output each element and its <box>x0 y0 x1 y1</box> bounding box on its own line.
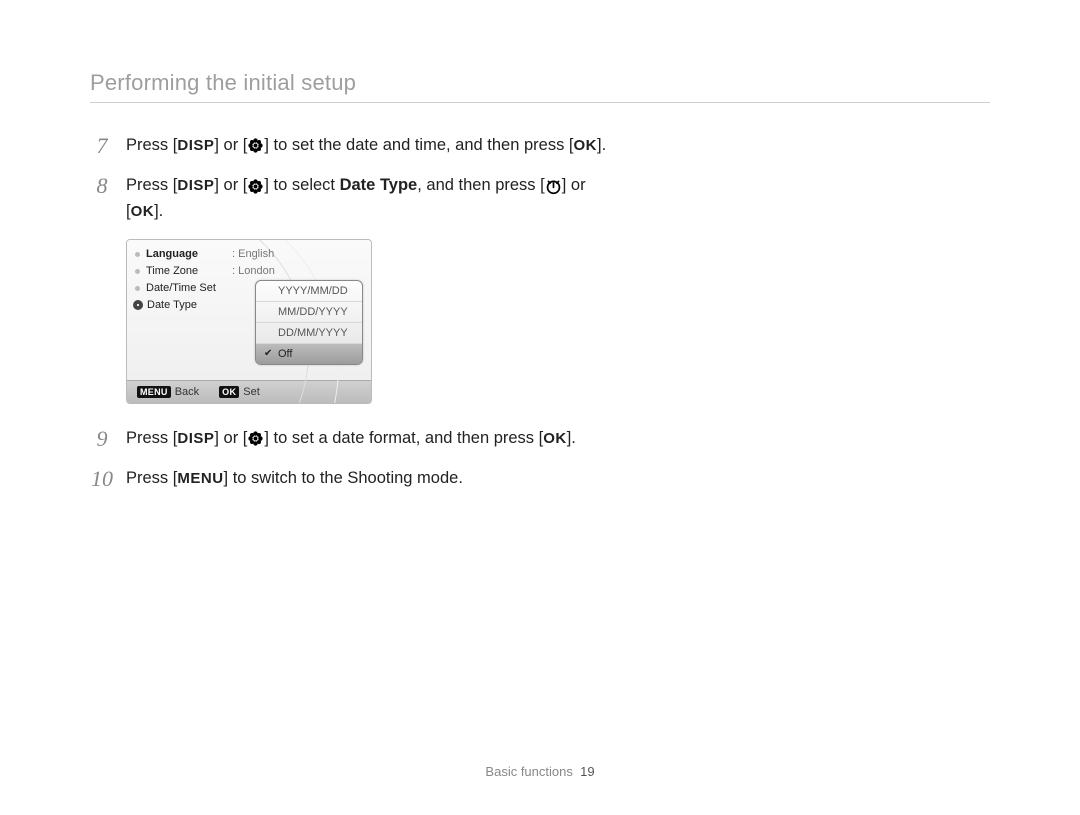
flower-icon <box>247 430 264 447</box>
step-text: Press [MENU] to switch to the Shooting m… <box>126 466 620 492</box>
dropdown-option: DD/MM/YYYY <box>256 323 362 344</box>
dropdown-option: YYYY/MM/DD <box>256 281 362 302</box>
step-text: Press [DISP] or [] to set a date format,… <box>126 426 620 452</box>
step-8: 8 Press [DISP] or [] to select Date Type… <box>90 173 620 224</box>
ok-button-label: OK <box>574 137 598 154</box>
page-title: Performing the initial setup <box>90 70 990 103</box>
menu-row-language: Language : English <box>135 246 363 263</box>
timer-icon <box>545 178 562 195</box>
step-7: 7 Press [DISP] or [] to set the date and… <box>90 133 620 159</box>
ok-button-label: OK <box>131 203 155 220</box>
section-label: Basic functions <box>485 764 572 779</box>
dropdown-option: MM/DD/YYYY <box>256 302 362 323</box>
menu-bullet-icon <box>135 269 140 274</box>
disp-button-label: DISP <box>177 177 214 194</box>
step-number: 8 <box>90 173 114 199</box>
disp-button-label: DISP <box>177 137 214 154</box>
step-text: Press [DISP] or [] to select Date Type, … <box>126 173 620 224</box>
camera-menu-body: Language : English Time Zone : London Da… <box>127 240 371 380</box>
step-number: 7 <box>90 133 114 159</box>
flower-icon <box>247 178 264 195</box>
step-10: 10 Press [MENU] to switch to the Shootin… <box>90 466 620 492</box>
menu-bullet-icon <box>135 286 140 291</box>
camera-menu-footer: MENUBack OKSet <box>127 380 371 403</box>
disp-button-label: DISP <box>177 430 214 447</box>
page-number: 19 <box>580 764 594 779</box>
step-number: 9 <box>90 426 114 452</box>
date-type-bold: Date Type <box>340 176 418 194</box>
dropdown-option-selected: ✔ Off <box>256 344 362 364</box>
footer-set: OKSet <box>219 386 260 398</box>
menu-bullet-icon <box>135 252 140 257</box>
date-type-dropdown: YYYY/MM/DD MM/DD/YYYY DD/MM/YYYY ✔ Off <box>255 280 363 365</box>
steps-list: 7 Press [DISP] or [] to set the date and… <box>90 133 620 492</box>
flower-icon <box>247 137 264 154</box>
check-icon: ✔ <box>264 348 274 359</box>
footer-back: MENUBack <box>137 386 199 398</box>
step-text: Press [DISP] or [] to set the date and t… <box>126 133 620 159</box>
step-number: 10 <box>90 466 114 492</box>
camera-menu-screenshot: Language : English Time Zone : London Da… <box>126 239 372 404</box>
ok-badge: OK <box>219 386 239 398</box>
page-footer: Basic functions 19 <box>0 764 1080 779</box>
manual-page: Performing the initial setup 7 Press [DI… <box>0 0 1080 815</box>
menu-row-timezone: Time Zone : London <box>135 263 363 280</box>
step-9: 9 Press [DISP] or [] to set a date forma… <box>90 426 620 452</box>
ok-button-label: OK <box>543 430 567 447</box>
menu-button-label: MENU <box>177 470 223 487</box>
menu-badge: MENU <box>137 386 171 398</box>
menu-active-icon <box>133 300 143 310</box>
